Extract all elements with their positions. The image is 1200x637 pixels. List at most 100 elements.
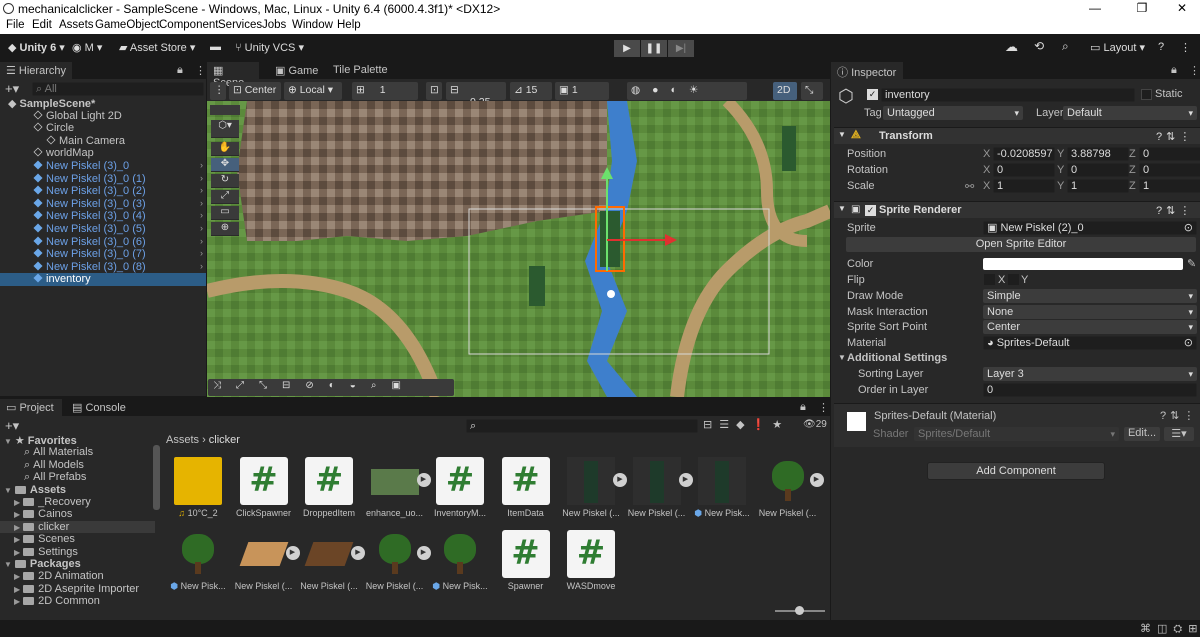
- fold-arrow-icon[interactable]: ▶: [14, 548, 20, 557]
- create-asset-button[interactable]: +▾: [5, 418, 19, 434]
- asset-item[interactable]: ▶ New Piskel (...: [559, 457, 627, 518]
- flip-y-checkbox[interactable]: [1008, 274, 1019, 285]
- fold-arrow-icon[interactable]: ▶: [14, 535, 20, 544]
- draw-mode-dropdown[interactable]: Simple: [983, 289, 1197, 303]
- menu-component[interactable]: Component: [159, 19, 218, 31]
- tree-scrollbar[interactable]: [153, 445, 160, 510]
- open-prefab-arrow-icon[interactable]: ›: [200, 236, 203, 246]
- asset-item[interactable]: # ItemData: [494, 457, 558, 518]
- project-tree-item[interactable]: ▶ 2D Animation: [0, 570, 155, 582]
- minimize-button[interactable]: —: [1075, 1, 1115, 15]
- lock-icon[interactable]: 🔒︎: [177, 64, 183, 77]
- component-menu-icons[interactable]: ?⇅⋮: [1160, 409, 1198, 422]
- scale-snap[interactable]: ▣ 1: [555, 82, 609, 100]
- open-prefab-arrow-icon[interactable]: ›: [200, 248, 203, 258]
- add-object-button[interactable]: +▾: [5, 81, 19, 97]
- open-prefab-arrow-icon[interactable]: ›: [200, 198, 203, 208]
- pause-button[interactable]: ❚❚: [641, 40, 667, 57]
- search-icon[interactable]: ⌕: [1062, 39, 1069, 54]
- project-search-input[interactable]: ⌕: [466, 419, 698, 433]
- component-menu-icons[interactable]: ?⇅⋮: [1156, 204, 1194, 217]
- panel-menu-icon[interactable]: ⋮: [1189, 64, 1200, 77]
- unity-version-button[interactable]: ◆ Unity 6 ▾: [8, 41, 65, 54]
- menu-file[interactable]: File: [6, 19, 25, 31]
- position-y-field[interactable]: 3.88798: [1067, 147, 1129, 161]
- hierarchy-item[interactable]: New Piskel (3)_0 (2) ›: [0, 185, 206, 198]
- tag-dropdown[interactable]: Untagged: [883, 106, 1023, 120]
- hierarchy-item[interactable]: New Piskel (3)_0 (5) ›: [0, 223, 206, 236]
- sprite-renderer-header[interactable]: ▼ ▣ ✓ Sprite Renderer ?⇅⋮: [834, 201, 1200, 218]
- history-icon[interactable]: ⟲: [1034, 39, 1044, 53]
- static-checkbox[interactable]: [1141, 89, 1152, 100]
- rotate-tool[interactable]: ↻: [211, 174, 239, 188]
- lock-icon[interactable]: 🔒︎: [1171, 64, 1177, 77]
- active-checkbox[interactable]: ✓: [867, 89, 878, 100]
- project-tree-item[interactable]: ▶ 2D Aseprite Importer: [0, 583, 155, 595]
- angle-snap[interactable]: ⊿ 15: [510, 82, 552, 100]
- rotation-z-field[interactable]: 0: [1139, 163, 1200, 177]
- additional-settings-row[interactable]: ▼ Additional Settings: [834, 351, 1200, 366]
- fold-arrow-icon[interactable]: ▶: [14, 510, 20, 519]
- mask-interaction-dropdown[interactable]: None: [983, 305, 1197, 319]
- vcs-button[interactable]: ⑂ Unity VCS ▾: [235, 41, 304, 54]
- expand-play-icon[interactable]: ▶: [809, 473, 824, 487]
- panel-menu-icon[interactable]: ⋮: [818, 401, 829, 414]
- project-tree-item[interactable]: ▶ Cainos: [0, 508, 155, 520]
- position-z-field[interactable]: 0: [1139, 147, 1200, 161]
- fold-arrow-icon[interactable]: ▶: [14, 498, 20, 507]
- asset-item[interactable]: # Spawner: [494, 530, 558, 591]
- layer-dropdown[interactable]: Default: [1063, 106, 1197, 120]
- tile-tools-bar[interactable]: ⤨⤢⤡⊟⊘◐◒⌕▣: [208, 379, 454, 396]
- hand-tool[interactable]: ✋: [211, 142, 239, 156]
- fold-arrow-icon[interactable]: ▼: [838, 130, 846, 139]
- fold-arrow-icon[interactable]: ▼: [4, 486, 12, 495]
- asset-item[interactable]: ▶ enhance_uo...: [363, 457, 431, 518]
- fold-arrow-icon[interactable]: ▶: [14, 523, 20, 532]
- asset-item[interactable]: ▶ New Piskel (...: [363, 530, 431, 591]
- hierarchy-item[interactable]: ◆ SampleScene*: [0, 97, 206, 110]
- asset-item[interactable]: ▶ New Piskel (...: [756, 457, 824, 518]
- asset-item[interactable]: ⬢ New Pisk...: [690, 457, 754, 519]
- tab-hierarchy[interactable]: ☰ Hierarchy: [0, 62, 72, 79]
- open-prefab-arrow-icon[interactable]: ›: [200, 160, 203, 170]
- project-tree-item[interactable]: ▶ 2D Common: [0, 595, 155, 607]
- name-field[interactable]: inventory: [881, 88, 1135, 102]
- hierarchy-item[interactable]: New Piskel (3)_0 (7) ›: [0, 248, 206, 261]
- hierarchy-item[interactable]: worldMap: [0, 147, 206, 160]
- snap-icon[interactable]: ⊡: [426, 82, 442, 100]
- project-tree-item[interactable]: ▼ Assets: [0, 484, 155, 496]
- asset-item[interactable]: ⬢ New Pisk...: [166, 530, 230, 592]
- project-tree-item[interactable]: ⌕ All Prefabs: [0, 471, 155, 483]
- hierarchy-search-input[interactable]: ⌕ All: [32, 82, 204, 96]
- rotation-y-field[interactable]: 0: [1067, 163, 1129, 177]
- asset-item[interactable]: # ClickSpawner: [232, 457, 296, 518]
- open-sprite-editor-button[interactable]: Open Sprite Editor: [846, 237, 1196, 252]
- rect-tool[interactable]: ▭: [211, 206, 239, 220]
- hierarchy-item[interactable]: New Piskel (3)_0 (4) ›: [0, 210, 206, 223]
- maximize-button[interactable]: ❐: [1122, 1, 1162, 15]
- filter-icons[interactable]: ⊟☰◆❗★: [703, 418, 789, 431]
- eyedropper-icon[interactable]: ✎: [1187, 257, 1196, 270]
- more-icon[interactable]: ⋮: [1180, 41, 1191, 54]
- menu-gameobject[interactable]: GameObject: [95, 19, 160, 31]
- fold-arrow-icon[interactable]: ▼: [838, 204, 846, 213]
- add-component-button[interactable]: Add Component: [927, 462, 1105, 480]
- lock-icon[interactable]: 🔒︎: [800, 401, 806, 414]
- shading-buttons[interactable]: ◍●◐☀: [627, 82, 747, 100]
- status-icons[interactable]: ⌘◫⛭⊞: [1140, 622, 1200, 636]
- tab-inspector[interactable]: ⓘ Inspector: [831, 62, 903, 79]
- asset-item[interactable]: ▶ New Piskel (...: [625, 457, 693, 518]
- object-picker-icon[interactable]: ⊙: [1184, 337, 1193, 349]
- asset-item[interactable]: # WASDmove: [559, 530, 623, 591]
- cloud-icon[interactable]: ☁: [1005, 39, 1018, 55]
- hierarchy-item[interactable]: Main Camera: [0, 135, 206, 148]
- play-button[interactable]: ▶: [614, 40, 640, 57]
- fold-arrow-icon[interactable]: ▶: [14, 572, 20, 581]
- menu-jobs[interactable]: Jobs: [262, 19, 286, 31]
- transform-header[interactable]: ▼ ⟁ Transform ?⇅⋮: [834, 127, 1200, 144]
- zoom-slider[interactable]: [775, 606, 825, 615]
- account-button[interactable]: ◉ M ▾: [72, 41, 102, 54]
- tab-console[interactable]: ▤ Console: [66, 399, 132, 416]
- tab-tile-palette[interactable]: Tile Palette: [327, 62, 394, 79]
- scale-y-field[interactable]: 1: [1067, 179, 1129, 193]
